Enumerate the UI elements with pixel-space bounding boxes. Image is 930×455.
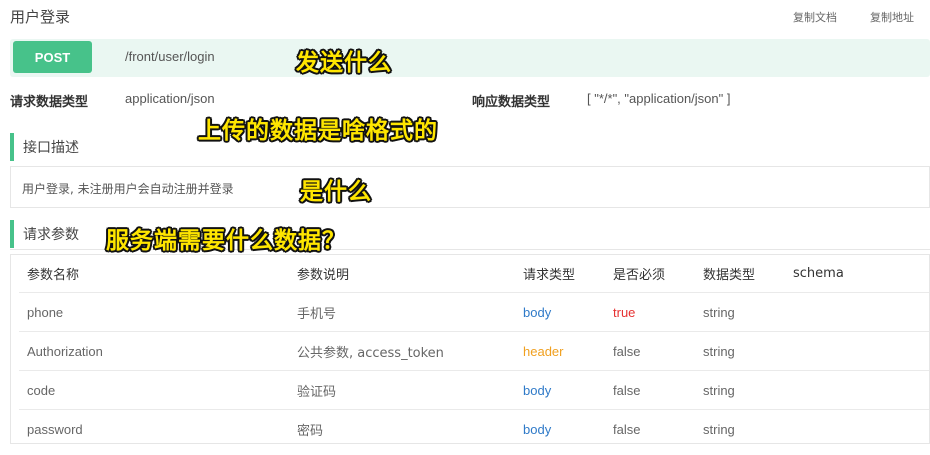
param-desc: 密码 [297,423,324,439]
param-desc: 验证码 [289,370,515,410]
param-in: body [515,292,605,332]
table-row: password 密码 body false string [19,410,929,449]
copy-address-link[interactable]: 复制地址 [870,9,914,25]
param-name: password [27,421,83,437]
col-header-type: 数据类型 [695,255,785,293]
description-section-header: 接口描述 [10,131,930,161]
param-required: false [613,421,641,437]
section-accent-bar [10,220,14,248]
params-table: 参数名称 参数说明 请求类型 是否必须 数据类型 schema phone 手机… [19,255,929,448]
param-in: header [515,331,605,371]
col-header-in: 请求类型 [515,255,605,293]
param-schema [785,410,929,449]
param-name: Authorization [19,331,289,371]
endpoint-bar: POST /front/user/login [10,39,930,77]
param-schema [785,292,929,332]
description-section-title: 接口描述 [23,140,79,156]
col-header-desc: 参数说明 [289,255,515,293]
response-type-value: [ "*/*", "application/json" ] [587,91,731,106]
param-name: code [19,370,289,410]
param-desc: 手机号 [289,292,515,332]
request-type-label: 请求数据类型 [10,95,89,110]
copy-doc-link[interactable]: 复制文档 [793,9,837,25]
table-row: code 验证码 body false string [19,370,929,410]
param-desc: 公共参数, access_token [289,331,515,371]
page-title: 用户登录 [10,8,71,26]
endpoint-path: /front/user/login [125,49,215,64]
params-table-box: 参数名称 参数说明 请求类型 是否必须 数据类型 schema phone 手机… [10,254,930,444]
col-header-required: 是否必须 [605,255,695,293]
col-header-schema: schema [785,255,929,293]
section-accent-bar [10,133,14,161]
param-type: string [695,331,785,371]
param-schema [785,370,929,410]
col-header-name: 参数名称 [19,255,289,293]
param-type: string [695,370,785,410]
description-text: 用户登录, 未注册用户会自动注册并登录 [22,182,234,196]
response-type-label: 响应数据类型 [472,95,551,110]
param-required: false [605,370,695,410]
params-table-header-row: 参数名称 参数说明 请求类型 是否必须 数据类型 schema [19,255,929,293]
param-in: body [523,421,552,437]
params-section-title: 请求参数 [23,227,79,243]
http-method-badge: POST [13,41,92,73]
annotation-server-needs: 服务端需要什么数据？ [106,228,346,254]
param-type: string [695,292,785,332]
annotation-what-is-it: 是什么 [300,179,372,205]
param-required: false [605,331,695,371]
annotation-upload-format: 上传的数据是啥格式的 [198,118,438,144]
param-in: body [515,370,605,410]
description-box: 用户登录, 未注册用户会自动注册并登录 [10,166,930,208]
param-schema [785,331,929,371]
param-type: string [703,421,735,437]
table-row: Authorization 公共参数, access_token header … [19,331,929,371]
annotation-send-what: 发送什么 [296,50,392,76]
request-type-value: application/json [125,91,215,106]
param-name: phone [19,292,289,332]
param-required: true [605,292,695,332]
table-row: phone 手机号 body true string [19,292,929,332]
